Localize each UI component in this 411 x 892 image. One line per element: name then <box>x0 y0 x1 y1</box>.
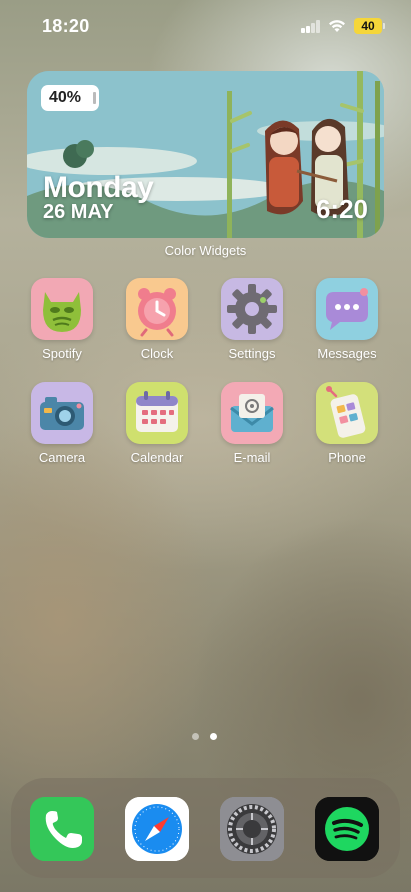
calendar-icon <box>126 382 188 444</box>
envelope-icon <box>221 382 283 444</box>
widget-battery-badge: 40% <box>41 85 99 111</box>
app-label: Settings <box>228 346 276 361</box>
page-dot-2-current[interactable] <box>210 733 217 740</box>
dock-phone-app[interactable] <box>30 797 94 861</box>
camera-icon <box>31 382 93 444</box>
app-label: E-mail <box>233 450 271 465</box>
speech-bubble-icon <box>316 278 378 340</box>
app-phone[interactable]: Phone <box>307 382 387 465</box>
pink-alarm-clock-icon <box>126 278 188 340</box>
status-time: 18:20 <box>42 16 90 36</box>
green-mask-icon <box>31 278 93 340</box>
app-spotify[interactable]: Spotify <box>22 278 102 361</box>
spotify-logo-icon <box>315 797 379 861</box>
widget-time: 6:20 <box>315 194 368 224</box>
widget-day: Monday <box>43 171 154 204</box>
dock-settings-app[interactable] <box>220 797 284 861</box>
app-label: Camera <box>38 450 86 465</box>
app-label: Phone <box>328 450 366 465</box>
settings-gear-icon <box>220 797 284 861</box>
page-dot-1[interactable] <box>192 733 199 740</box>
app-clock[interactable]: Clock <box>117 278 197 361</box>
widget-caption: Color Widgets <box>164 243 247 258</box>
dock-spotify-app[interactable] <box>315 797 379 861</box>
app-label: Spotify <box>42 346 82 361</box>
app-label: Calendar <box>130 450 184 465</box>
widget-date: 26 MAY <box>43 201 114 223</box>
status-bar: 18:20 40 <box>0 0 411 54</box>
app-settings[interactable]: Settings <box>212 278 292 361</box>
app-label: Messages <box>317 346 377 361</box>
app-camera[interactable]: Camera <box>22 382 102 465</box>
app-messages[interactable]: Messages <box>307 278 387 361</box>
app-email[interactable]: E-mail <box>212 382 292 465</box>
wifi-icon <box>328 19 346 33</box>
phone-handset-icon <box>30 797 94 861</box>
dock-safari-app[interactable] <box>125 797 189 861</box>
app-calendar[interactable]: Calendar <box>117 382 197 465</box>
page-indicator[interactable] <box>0 731 411 741</box>
smartphone-icon <box>316 382 378 444</box>
app-label: Clock <box>140 346 174 361</box>
compass-icon <box>125 797 189 861</box>
battery-indicator: 40 <box>354 18 385 34</box>
color-widget[interactable]: 40% Monday 26 MAY 6:20 <box>27 71 384 238</box>
gear-icon <box>221 278 283 340</box>
cellular-signal-icon <box>301 20 321 33</box>
